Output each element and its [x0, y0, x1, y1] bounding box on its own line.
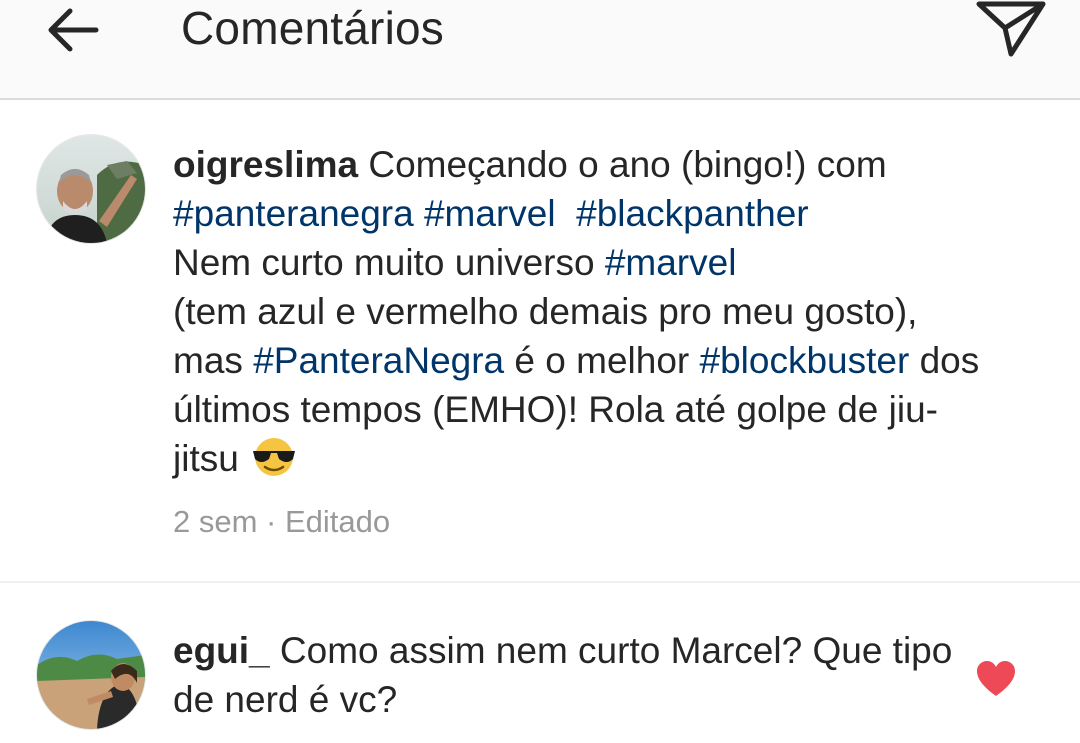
comment-body: Como assim nem curto Marcel? Que tipo de… — [173, 630, 963, 720]
avatar[interactable] — [36, 620, 146, 730]
hashtag-link[interactable]: #marvel — [424, 193, 556, 234]
caption-body: Começando o ano (bingo!) com #panteraneg… — [173, 144, 990, 479]
hashtag-link[interactable]: #marvel — [605, 242, 737, 283]
caption-text: oigreslima Começando o ano (bingo!) com … — [173, 140, 993, 483]
divider — [0, 581, 1080, 583]
hashtag-link[interactable]: #blockbuster — [700, 340, 910, 381]
comment-text: egui_ Como assim nem curto Marcel? Que t… — [173, 626, 953, 724]
caption-username[interactable]: oigreslima — [173, 144, 358, 185]
arrow-left-icon — [48, 8, 99, 52]
heart-icon[interactable] — [976, 660, 1016, 698]
edited-label: Editado — [285, 504, 391, 539]
comment-username[interactable]: egui_ — [173, 630, 270, 671]
back-button[interactable] — [36, 0, 108, 60]
profile-photo — [37, 621, 145, 729]
hashtag-link[interactable]: #PanteraNegra — [253, 340, 504, 381]
timestamp: 2 sem — [173, 504, 258, 539]
top-bar: Comentários — [0, 0, 1080, 100]
hashtag-link[interactable]: #panteranegra — [173, 193, 414, 234]
page-title: Comentários — [181, 2, 444, 54]
paper-plane-icon — [976, 1, 1046, 57]
caption-fragment — [414, 193, 424, 234]
share-button[interactable] — [966, 0, 1052, 64]
caption-fragment: Nem curto muito universo — [173, 242, 595, 283]
caption-fragment: Começando o ano (bingo!) com — [368, 144, 897, 185]
meta-separator: · — [266, 504, 277, 539]
caption-fragment: é o melhor — [504, 340, 700, 381]
caption-fragment — [556, 193, 577, 234]
avatar[interactable] — [36, 134, 146, 244]
caption-meta: 2 sem · Editado — [173, 504, 390, 540]
profile-photo — [37, 135, 145, 243]
hashtag-link[interactable]: #blackpanther — [576, 193, 808, 234]
sunglasses-face-emoji — [249, 437, 299, 477]
